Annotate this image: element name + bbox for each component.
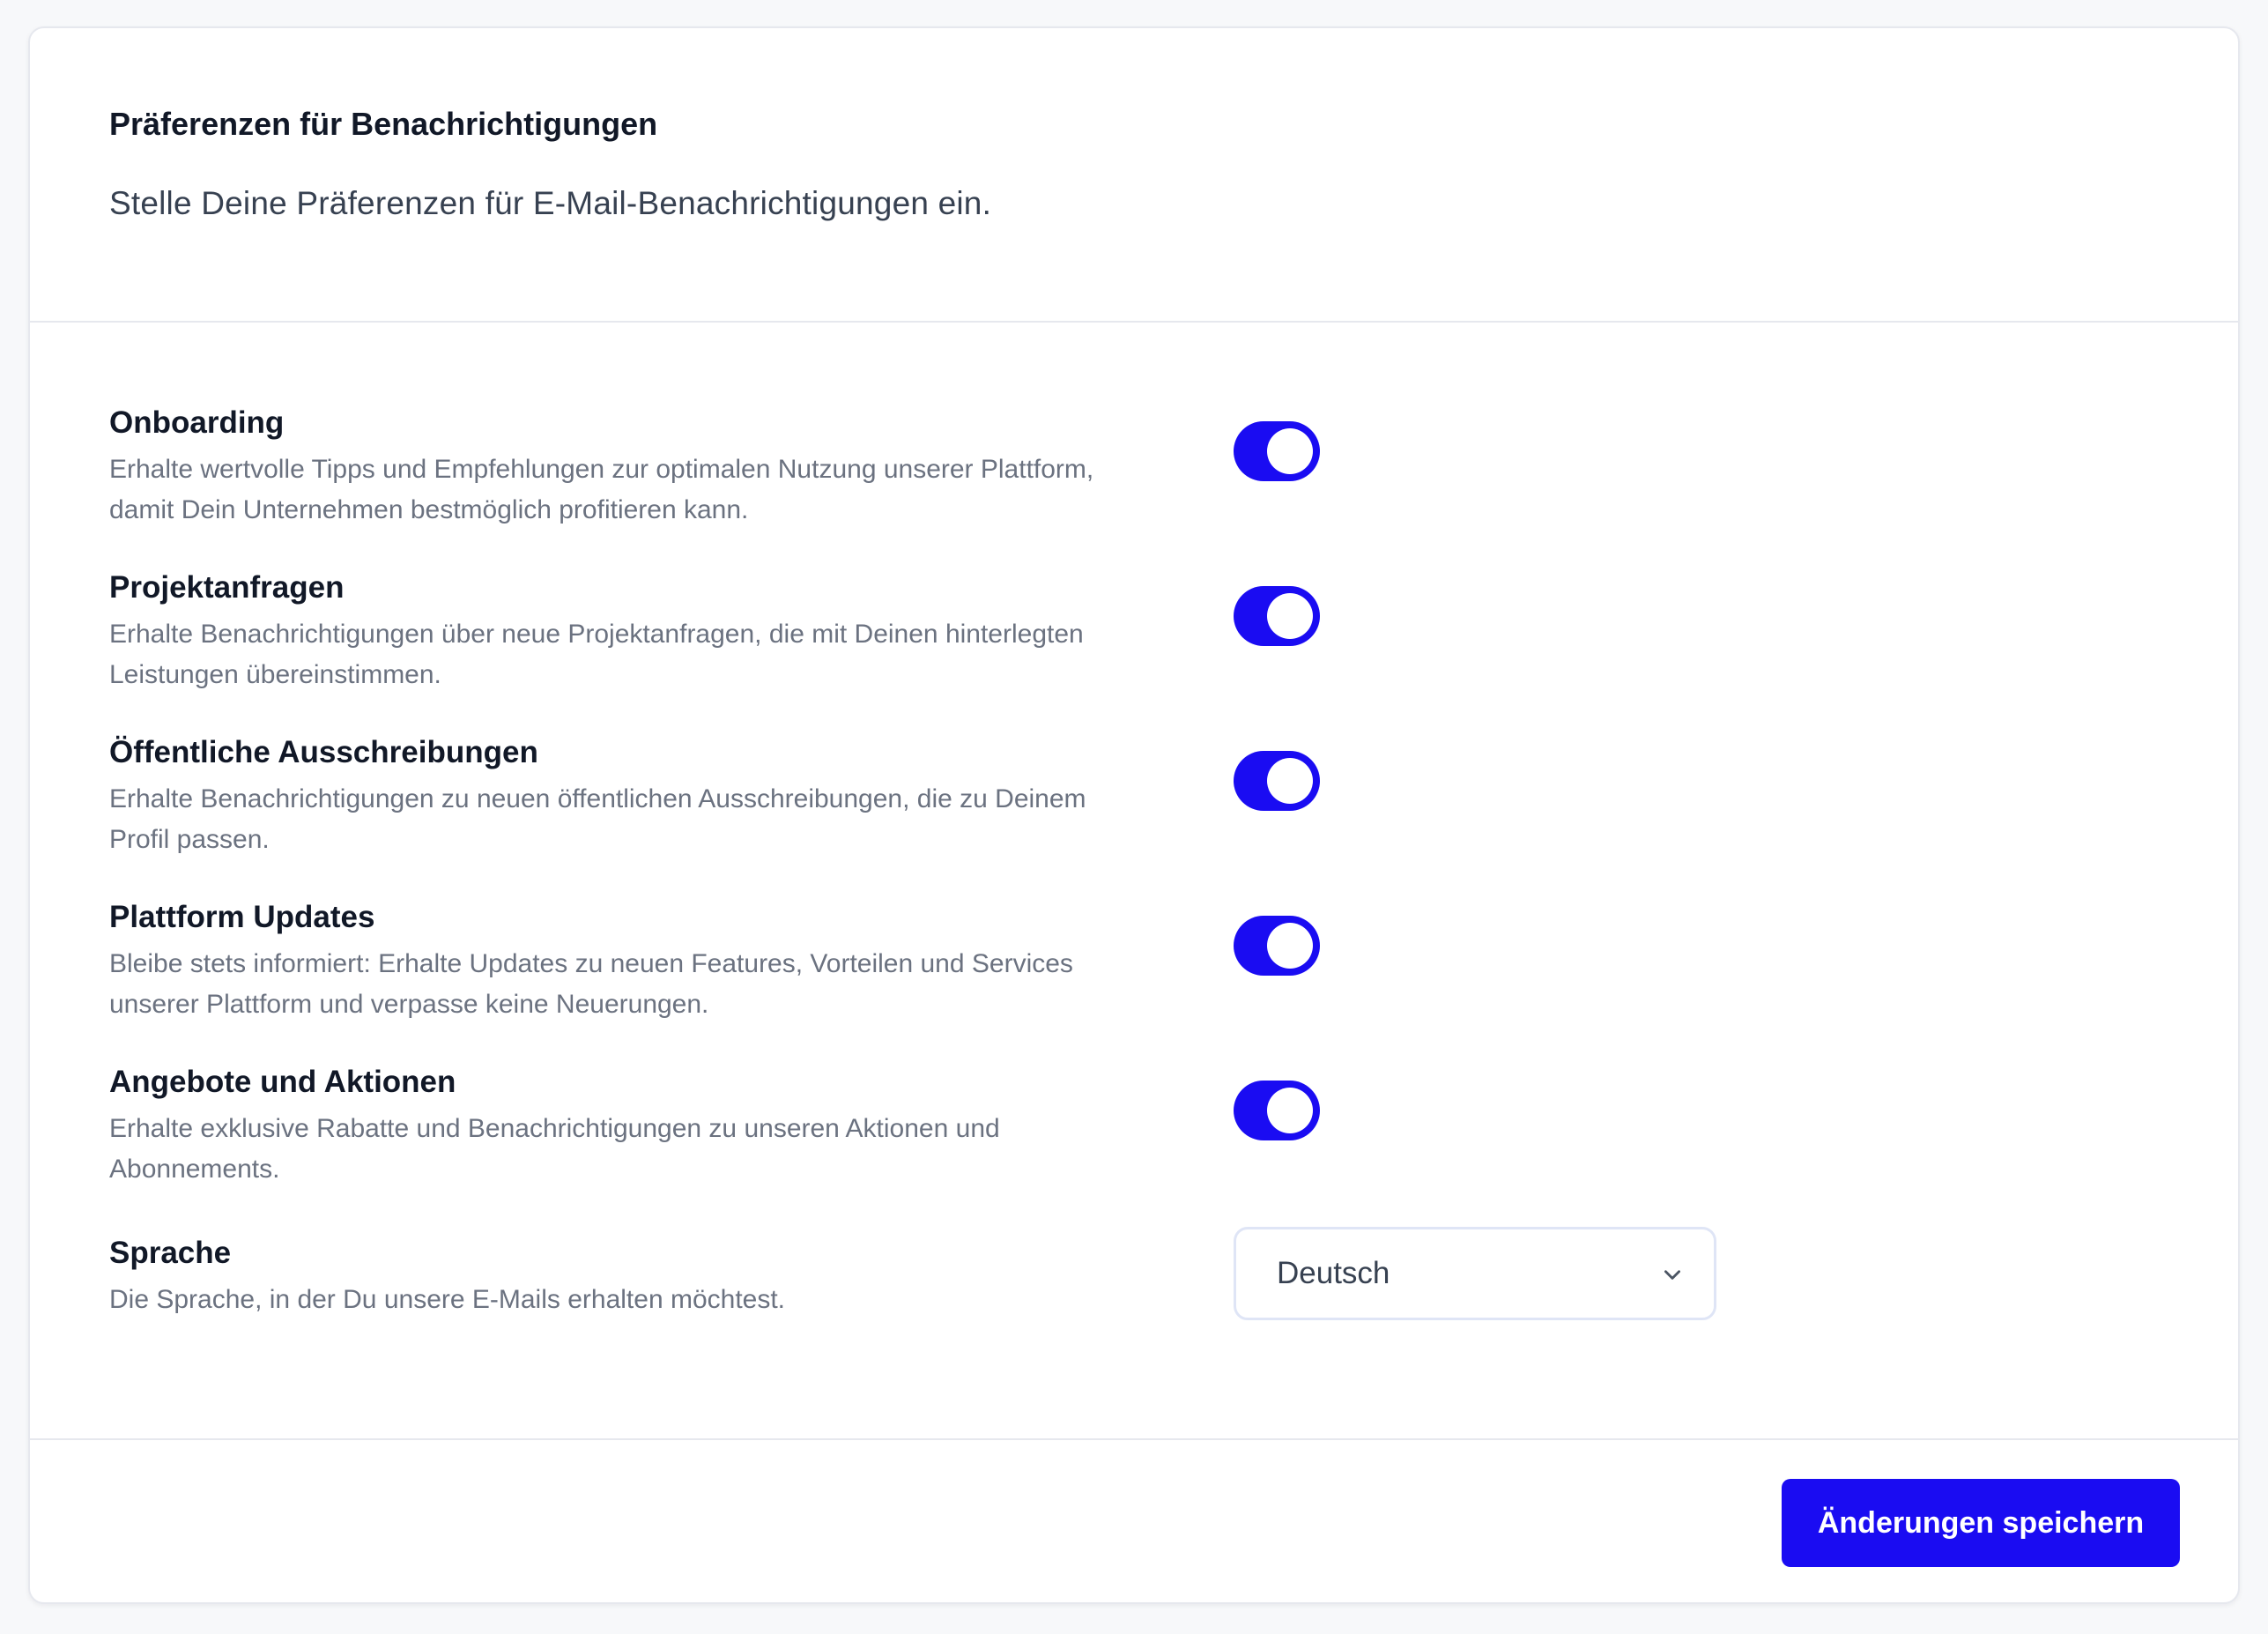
preference-description: Erhalte exklusive Rabatte und Benachrich…	[109, 1114, 1000, 1184]
language-title: Sprache	[109, 1236, 232, 1270]
toggle-knob	[1267, 593, 1313, 639]
preference-title: Öffentliche Ausschreibungen	[109, 735, 538, 769]
language-description: Die Sprache, in der Du unsere E-Mails er…	[109, 1285, 786, 1314]
toggle-knob	[1267, 1088, 1313, 1133]
preference-description: Erhalte Benachrichtigungen über neue Pro…	[109, 620, 1084, 689]
preference-description: Erhalte wertvolle Tipps und Empfehlungen…	[109, 455, 1094, 524]
ausschreibungen-toggle[interactable]	[1234, 751, 1320, 811]
preference-row-angebote: Angebote und Aktionen Erhalte exklusive …	[109, 1065, 2136, 1197]
preference-title: Onboarding	[109, 405, 285, 440]
card-header: Präferenzen für Benachrichtigungen Stell…	[30, 28, 2238, 323]
notification-preferences-card: Präferenzen für Benachrichtigungen Stell…	[28, 26, 2240, 1604]
onboarding-toggle[interactable]	[1234, 421, 1320, 481]
save-changes-button[interactable]: Änderungen speichern	[1782, 1479, 2180, 1567]
preference-row-sprache: Sprache Die Sprache, in der Du unsere E-…	[109, 1227, 2136, 1368]
chevron-down-icon	[1664, 1270, 1680, 1280]
language-select[interactable]: Deutsch	[1234, 1227, 1716, 1320]
preference-title: Angebote und Aktionen	[109, 1065, 456, 1099]
preference-description: Erhalte Benachrichtigungen zu neuen öffe…	[109, 784, 1086, 854]
projektanfragen-toggle[interactable]	[1234, 586, 1320, 646]
preference-description: Bleibe stets informiert: Erhalte Updates…	[109, 949, 1073, 1019]
card-footer: Änderungen speichern	[30, 1438, 2238, 1602]
toggle-knob	[1267, 758, 1313, 804]
preference-title: Projektanfragen	[109, 570, 345, 605]
plattform-updates-toggle[interactable]	[1234, 916, 1320, 976]
page-title: Präferenzen für Benachrichtigungen	[109, 106, 658, 142]
toggle-knob	[1267, 923, 1313, 969]
page-subtitle: Stelle Deine Präferenzen für E-Mail-Bena…	[109, 185, 992, 221]
preference-title: Plattform Updates	[109, 900, 375, 934]
toggle-knob	[1267, 428, 1313, 474]
preference-row-plattform-updates: Plattform Updates Bleibe stets informier…	[109, 900, 2136, 1032]
language-select-value: Deutsch	[1277, 1256, 1390, 1290]
preference-row-projektanfragen: Projektanfragen Erhalte Benachrichtigung…	[109, 570, 2136, 702]
preference-row-onboarding: Onboarding Erhalte wertvolle Tipps und E…	[109, 405, 2136, 538]
angebote-toggle[interactable]	[1234, 1081, 1320, 1140]
preference-row-ausschreibungen: Öffentliche Ausschreibungen Erhalte Bena…	[109, 735, 2136, 867]
